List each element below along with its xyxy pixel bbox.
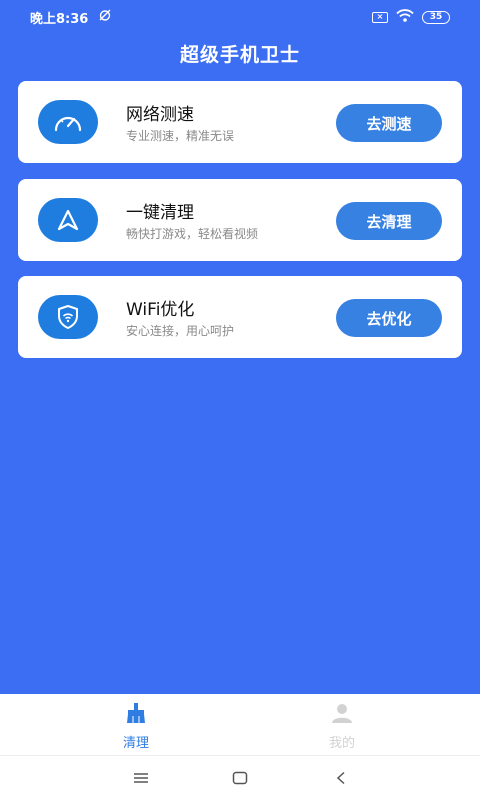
card-one-key-clean[interactable]: 一键清理 畅快打游戏，轻松看视频 去清理	[18, 179, 462, 261]
status-icons: × 35	[372, 9, 450, 26]
page-title: 超级手机卫士	[179, 44, 300, 66]
tab-mine[interactable]: 我的	[302, 702, 382, 752]
status-time: 晚上8:36	[30, 12, 89, 27]
card-title: 一键清理	[126, 203, 194, 223]
wifi-icon	[396, 9, 414, 26]
tab-clean[interactable]: 清理	[96, 702, 176, 752]
tab-label: 我的	[328, 736, 355, 751]
sim-card-icon: ×	[372, 12, 388, 23]
alarm-off-icon	[98, 8, 112, 26]
tab-label: 清理	[122, 736, 149, 751]
wifi-shield-icon	[38, 295, 98, 339]
system-nav-bar	[0, 756, 480, 800]
menu-icon[interactable]	[130, 768, 152, 788]
card-wifi-optimize[interactable]: WiFi优化 安心连接，用心呵护 去优化	[18, 276, 462, 358]
card-subtitle: 畅快打游戏，轻松看视频	[126, 227, 259, 241]
navigation-arrow-icon	[38, 198, 98, 242]
speed-test-button[interactable]: 去测速	[336, 104, 442, 142]
card-subtitle: 安心连接，用心呵护	[126, 324, 235, 338]
speedometer-icon	[38, 100, 98, 144]
clean-button[interactable]: 去清理	[336, 202, 442, 240]
status-bar: 晚上8:36 × 35	[0, 0, 480, 32]
optimize-button[interactable]: 去优化	[336, 299, 442, 337]
card-title: 网络测速	[126, 105, 194, 125]
broom-icon	[124, 702, 148, 728]
bottom-nav: 清理 我的	[0, 694, 480, 756]
card-title: WiFi优化	[126, 300, 195, 320]
back-icon[interactable]	[330, 768, 352, 788]
home-icon[interactable]	[229, 768, 251, 788]
card-subtitle: 专业测速，精准无误	[126, 129, 235, 143]
card-speed-test[interactable]: 网络测速 专业测速，精准无误 去测速	[18, 81, 462, 163]
battery-icon: 35	[422, 11, 450, 24]
user-icon	[331, 702, 353, 728]
